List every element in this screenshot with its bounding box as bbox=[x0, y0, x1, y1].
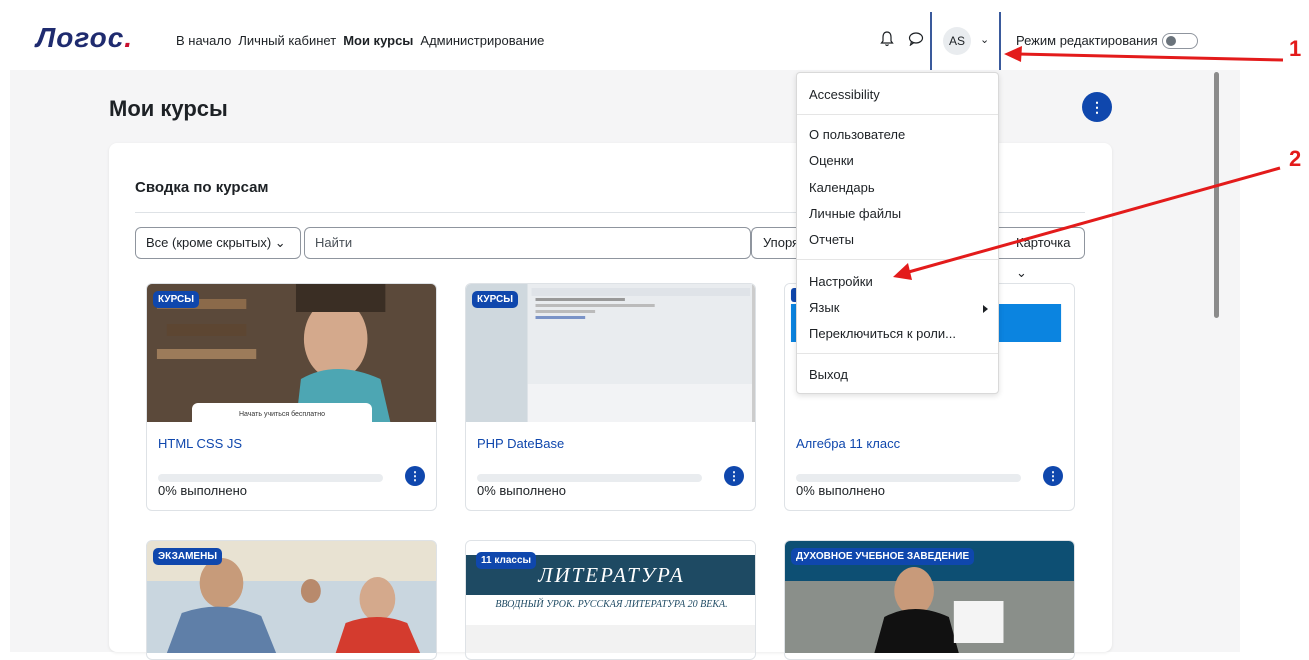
image-caption: Начать учиться бесплатно bbox=[192, 403, 372, 422]
bell-icon[interactable] bbox=[880, 31, 894, 47]
divider bbox=[797, 114, 998, 115]
course-name-link[interactable]: PHP DateBase bbox=[477, 436, 564, 451]
category-badge: КУРСЫ bbox=[153, 291, 200, 308]
nav-my-courses[interactable]: Мои курсы bbox=[343, 33, 413, 48]
category-badge: КУРСЫ bbox=[472, 291, 519, 308]
nav-dashboard[interactable]: Личный кабинет bbox=[238, 33, 336, 48]
menu-item-preferences[interactable]: Настройки bbox=[809, 274, 873, 289]
scrollbar-thumb[interactable] bbox=[1214, 72, 1219, 318]
course-menu-icon[interactable]: ⋮ bbox=[1043, 466, 1063, 486]
primary-nav: В начало Личный кабинет Мои курсы Админи… bbox=[176, 33, 544, 48]
course-name-link[interactable]: Алгебра 11 класс bbox=[796, 436, 900, 451]
chevron-down-icon: ⌄ bbox=[1016, 265, 1027, 280]
chat-icon[interactable] bbox=[908, 32, 924, 46]
chevron-right-icon bbox=[983, 305, 988, 313]
divider bbox=[797, 259, 998, 260]
course-menu-icon[interactable]: ⋮ bbox=[724, 466, 744, 486]
user-dropdown-menu: Accessibility О пользователе Оценки Кале… bbox=[796, 72, 999, 394]
progress-text: 0% выполнено bbox=[158, 483, 248, 498]
annotation-marker: 1 bbox=[1289, 36, 1302, 61]
menu-item-language[interactable]: Язык bbox=[809, 300, 839, 315]
category-badge: 11 классы bbox=[476, 552, 537, 569]
page-actions-icon[interactable]: ⋮ bbox=[1082, 92, 1112, 122]
divider bbox=[797, 353, 998, 354]
course-card[interactable]: ЭКЗАМЕНЫ bbox=[146, 540, 437, 660]
course-name-link[interactable]: HTML CSS JS bbox=[158, 436, 242, 451]
course-image-subtitle: ВВОДНЫЙ УРОК. РУССКАЯ ЛИТЕРАТУРА 20 ВЕКА… bbox=[495, 599, 728, 610]
course-menu-icon[interactable]: ⋮ bbox=[405, 466, 425, 486]
menu-item-logout[interactable]: Выход bbox=[809, 367, 848, 382]
search-input[interactable]: Найти bbox=[304, 227, 751, 259]
grouping-filter-select[interactable]: Все (кроме скрытых) ⌄ bbox=[135, 227, 301, 259]
progress-bar bbox=[158, 474, 383, 482]
edit-mode-label: Режим редактирования bbox=[1016, 33, 1158, 48]
menu-item-private-files[interactable]: Личные файлы bbox=[809, 206, 901, 221]
progress-bar bbox=[477, 474, 702, 482]
nav-home[interactable]: В начало bbox=[176, 33, 231, 48]
top-navbar: Логос. В начало Личный кабинет Мои курсы… bbox=[0, 0, 1240, 70]
progress-text: 0% выполнено bbox=[796, 483, 886, 498]
category-badge: ДУХОВНОЕ УЧЕБНОЕ ЗАВЕДЕНИЕ bbox=[791, 548, 975, 565]
menu-item-grades[interactable]: Оценки bbox=[809, 153, 854, 168]
nav-administration[interactable]: Администрирование bbox=[420, 33, 544, 48]
view-select[interactable]: Карточка ⌄ bbox=[998, 227, 1085, 280]
menu-item-switch-role[interactable]: Переключиться к роли... bbox=[809, 326, 956, 341]
course-card[interactable]: Начать учиться бесплатно КУРСЫ HTML CSS … bbox=[146, 283, 437, 511]
menu-item-reports[interactable]: Отчеты bbox=[809, 232, 854, 247]
category-badge: ЭКЗАМЕНЫ bbox=[153, 548, 223, 565]
page-title: Мои курсы bbox=[109, 96, 228, 121]
edit-mode-toggle[interactable] bbox=[1162, 33, 1198, 49]
chevron-down-icon: ⌄ bbox=[274, 235, 286, 250]
course-card[interactable]: ДУХОВНОЕ УЧЕБНОЕ ЗАВЕДЕНИЕ bbox=[784, 540, 1075, 660]
overview-title: Сводка по курсам bbox=[135, 179, 269, 196]
menu-item-profile[interactable]: О пользователе bbox=[809, 127, 905, 142]
course-card[interactable]: ЛИТЕРАТУРА ВВОДНЫЙ УРОК. РУССКАЯ ЛИТЕРАТ… bbox=[465, 540, 756, 660]
progress-text: 0% выполнено bbox=[477, 483, 567, 498]
logo[interactable]: Логос. bbox=[36, 22, 133, 54]
course-card[interactable]: КУРСЫ PHP DateBase 0% выполнено ⋮ bbox=[465, 283, 756, 511]
progress-bar bbox=[796, 474, 1021, 482]
sort-select[interactable]: Упоря bbox=[751, 227, 801, 259]
annotation-marker: 2 bbox=[1289, 146, 1302, 171]
menu-item-accessibility[interactable]: Accessibility bbox=[809, 87, 880, 102]
menu-item-calendar[interactable]: Календарь bbox=[809, 180, 875, 195]
user-menu-highlight-box bbox=[930, 12, 1001, 72]
